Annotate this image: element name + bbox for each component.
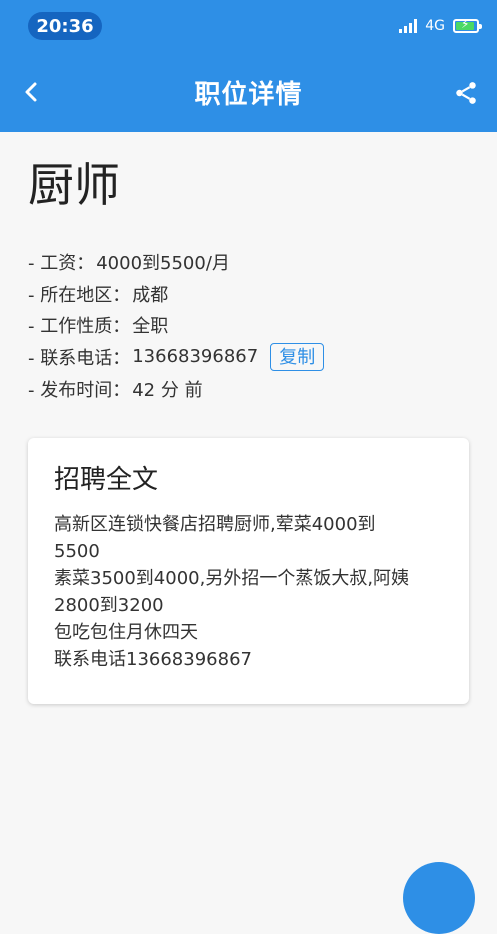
- job-description-body: 高新区连锁快餐店招聘厨师,荤菜4000到 5500 素菜3500到4000,另外…: [54, 511, 443, 673]
- status-time: 20:36: [28, 12, 102, 40]
- detail-label-job-type: - 工作性质：: [28, 316, 131, 338]
- network-label: 4G: [425, 18, 445, 34]
- share-icon: [456, 82, 476, 104]
- app-bar: 职位详情: [0, 52, 497, 132]
- job-description-line: 5500: [54, 540, 100, 562]
- job-description-line: 素菜3500到4000,另外招一个蒸饭大叔,阿姨: [54, 567, 410, 589]
- status-indicators: 4G ⚡: [399, 18, 482, 34]
- signal-icon: [399, 19, 418, 33]
- page-title-text: 职位详情: [194, 79, 303, 110]
- job-description-line: 高新区连锁快餐店招聘厨师,荤菜4000到: [54, 513, 376, 535]
- detail-label-salary: - 工资：: [28, 252, 95, 274]
- copy-phone-button[interactable]: 复制: [270, 342, 325, 371]
- detail-value-location: 成都: [132, 284, 169, 306]
- detail-location: - 所在地区： 成都: [28, 278, 469, 310]
- job-description-line: 2800到3200: [54, 594, 164, 616]
- detail-value-phone: 13668396867: [132, 346, 259, 368]
- job-content: 厨师 - 工资： 4000到5500/月 - 所在地区： 成都 - 工作性质： …: [28, 132, 469, 404]
- job-description-title: 招聘全文: [54, 465, 159, 495]
- detail-value-posted-time: 42 分 前: [132, 379, 203, 401]
- job-description-line: 联系电话13668396867: [54, 648, 252, 670]
- detail-value-job-type: 全职: [132, 316, 169, 338]
- job-title: 厨师: [28, 158, 120, 212]
- detail-value-salary: 4000到5500/月: [96, 252, 230, 274]
- detail-label-phone: - 联系电话：: [28, 347, 131, 369]
- job-description-line: 包吃包住月休四天: [54, 621, 198, 643]
- detail-job-type: - 工作性质： 全职: [28, 309, 469, 341]
- page-title: 职位详情: [0, 52, 497, 132]
- status-time-label: 20:36: [36, 15, 94, 37]
- job-description-card: 招聘全文 高新区连锁快餐店招聘厨师,荤菜4000到 5500 素菜3500到40…: [28, 438, 469, 704]
- detail-salary: - 工资： 4000到5500/月: [28, 246, 469, 278]
- share-button[interactable]: [449, 76, 483, 110]
- job-details: - 工资： 4000到5500/月 - 所在地区： 成都 - 工作性质： 全职 …: [28, 246, 469, 404]
- detail-label-location: - 所在地区：: [28, 284, 131, 306]
- detail-label-posted-time: - 发布时间：: [28, 379, 131, 401]
- battery-icon: ⚡: [453, 18, 482, 33]
- detail-phone: - 联系电话： 13668396867 复制: [28, 341, 469, 373]
- floating-action-button[interactable]: [403, 862, 475, 934]
- detail-posted-time: - 发布时间： 42 分 前: [28, 373, 469, 405]
- status-bar: 20:36 4G ⚡: [0, 0, 497, 52]
